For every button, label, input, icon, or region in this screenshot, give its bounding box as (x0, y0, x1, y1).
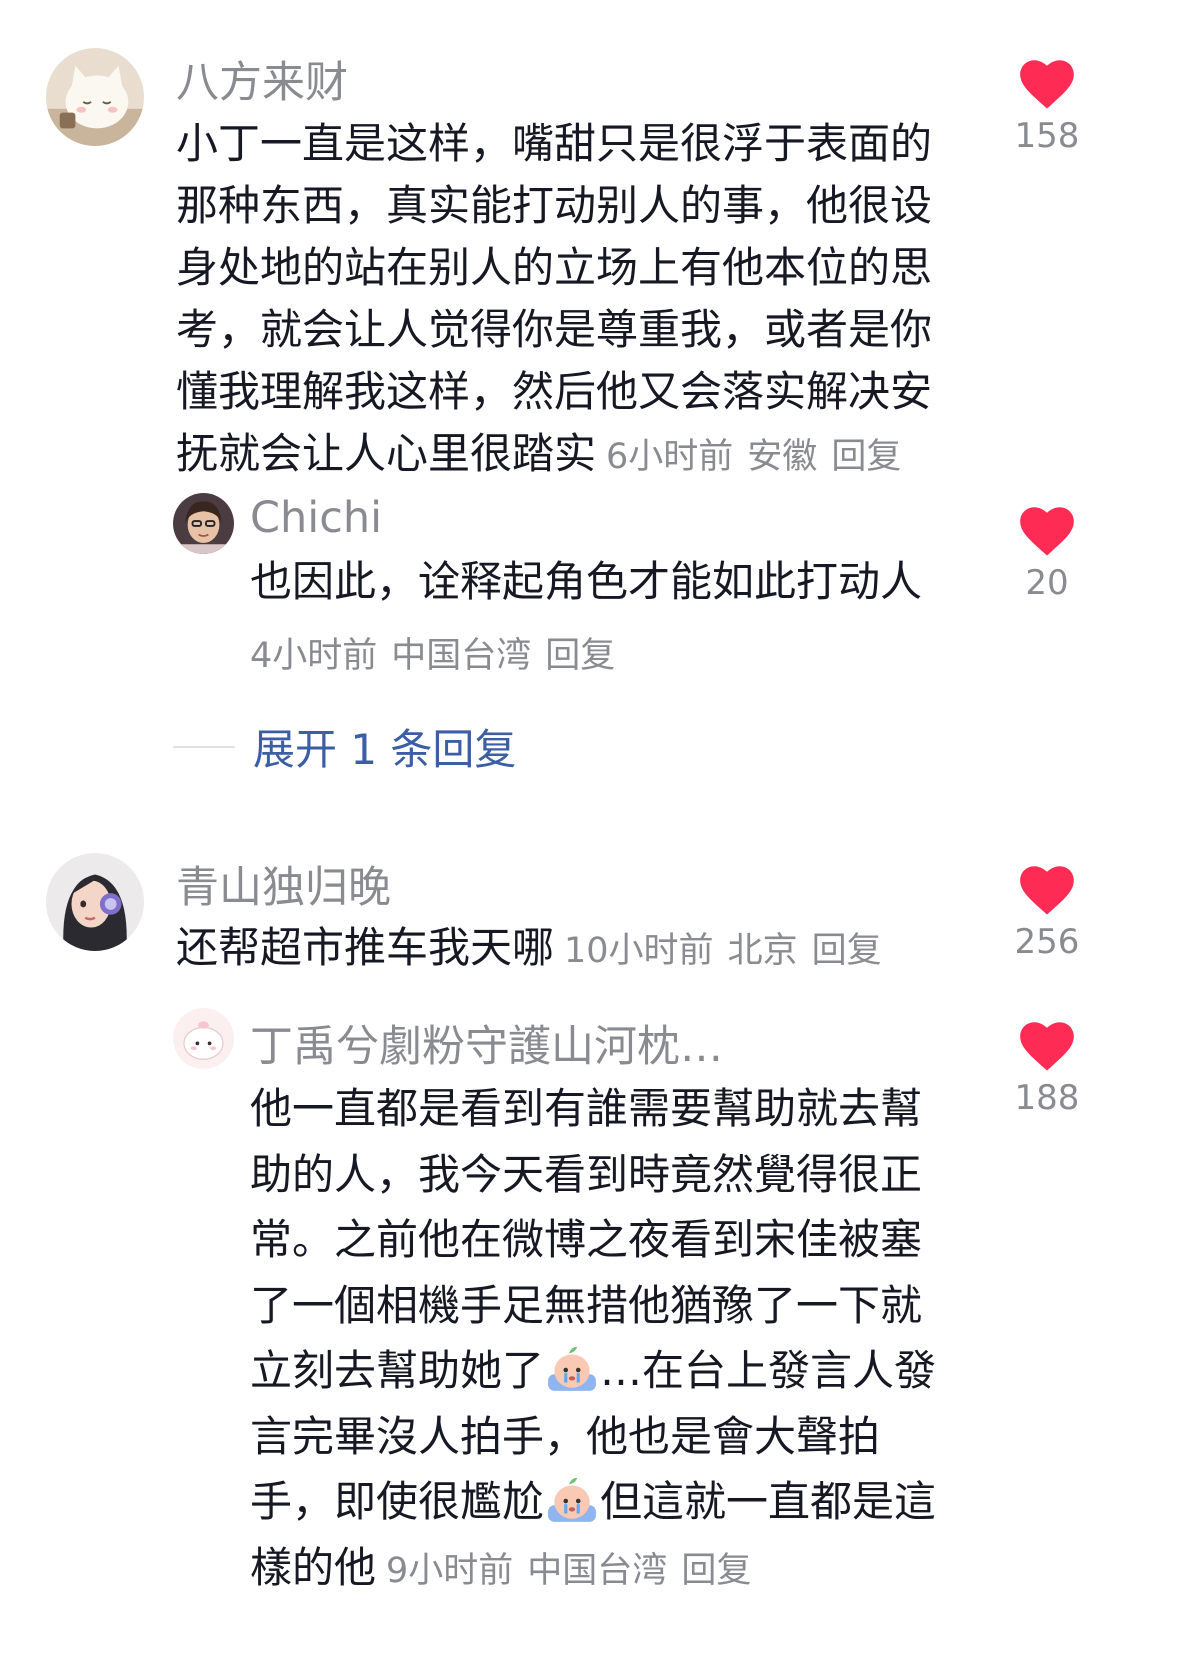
reply-meta: 9小时前 中国台湾 回复 (386, 1551, 751, 1591)
like-button[interactable]: 20 (987, 505, 1107, 603)
avatar-cat[interactable] (46, 48, 144, 146)
reply-text: 也因此，诠释起角色才能如此打动人 (250, 557, 923, 606)
heart-icon (1020, 866, 1074, 915)
heart-icon (1020, 507, 1074, 556)
comment-meta: 6小时前 安徽 回复 (606, 437, 901, 477)
comment-text: 还帮超市推车我天哪 10小时前 北京 回复 (176, 917, 966, 982)
heart-icon (1020, 60, 1074, 109)
crying-peach-emoji (546, 1474, 598, 1526)
like-count: 188 (1014, 1078, 1080, 1118)
reply-button[interactable]: 回复 (545, 636, 615, 676)
avatar-girl[interactable] (46, 853, 144, 951)
reply-button[interactable]: 回复 (831, 437, 901, 477)
like-count: 158 (1014, 116, 1080, 156)
reply-meta: 4小时前 中国台湾 回复 (250, 627, 615, 678)
crying-peach-emoji (546, 1343, 598, 1395)
like-button[interactable]: 158 (987, 58, 1107, 156)
like-button[interactable]: 188 (987, 1020, 1107, 1118)
like-count: 20 (1025, 563, 1069, 603)
reply-username[interactable]: Chichi (250, 493, 382, 543)
reply-button[interactable]: 回复 (812, 931, 882, 971)
reply-username[interactable]: 丁禹兮劇粉守護山河枕… (250, 1012, 723, 1074)
comment-meta: 10小时前 北京 回复 (564, 931, 882, 971)
reply-time: 9小时前 (386, 1550, 514, 1591)
comment-username[interactable]: 青山独归晚 (176, 853, 391, 915)
comment-time: 6小时前 (606, 437, 734, 477)
reply-location: 中国台湾 (527, 1550, 668, 1591)
reply-button[interactable]: 回复 (681, 1551, 751, 1591)
comment-body: 还帮超市推车我天哪 (176, 923, 555, 972)
divider-line (173, 745, 235, 748)
comment-time: 10小时前 (564, 931, 714, 971)
comment-text: 小丁一直是这样，嘴甜只是很浮于表面的那种东西，真实能打动别人的事，他很设身处地的… (176, 113, 961, 488)
avatar-chichi[interactable] (173, 493, 234, 554)
reply-location: 中国台湾 (391, 636, 532, 676)
comment-username[interactable]: 八方来财 (176, 48, 348, 110)
like-button[interactable]: 256 (987, 864, 1107, 962)
comment-body: 小丁一直是这样，嘴甜只是很浮于表面的那种东西，真实能打动别人的事，他很设身处地的… (176, 119, 933, 478)
reply-time: 4小时前 (250, 636, 378, 676)
reply-text: 他一直都是看到有誰需要幫助就去幫助的人，我今天看到時竟然覺得很正常。之前他在微博… (250, 1076, 945, 1604)
comment-location: 安徽 (747, 437, 818, 477)
comment-location: 北京 (727, 931, 798, 971)
heart-icon (1020, 1022, 1074, 1071)
expand-replies-label[interactable]: 展开 1 条回复 (253, 716, 516, 777)
like-count: 256 (1014, 922, 1080, 962)
avatar-bunny[interactable] (173, 1008, 234, 1069)
expand-replies-button[interactable]: 展开 1 条回复 (173, 716, 516, 777)
